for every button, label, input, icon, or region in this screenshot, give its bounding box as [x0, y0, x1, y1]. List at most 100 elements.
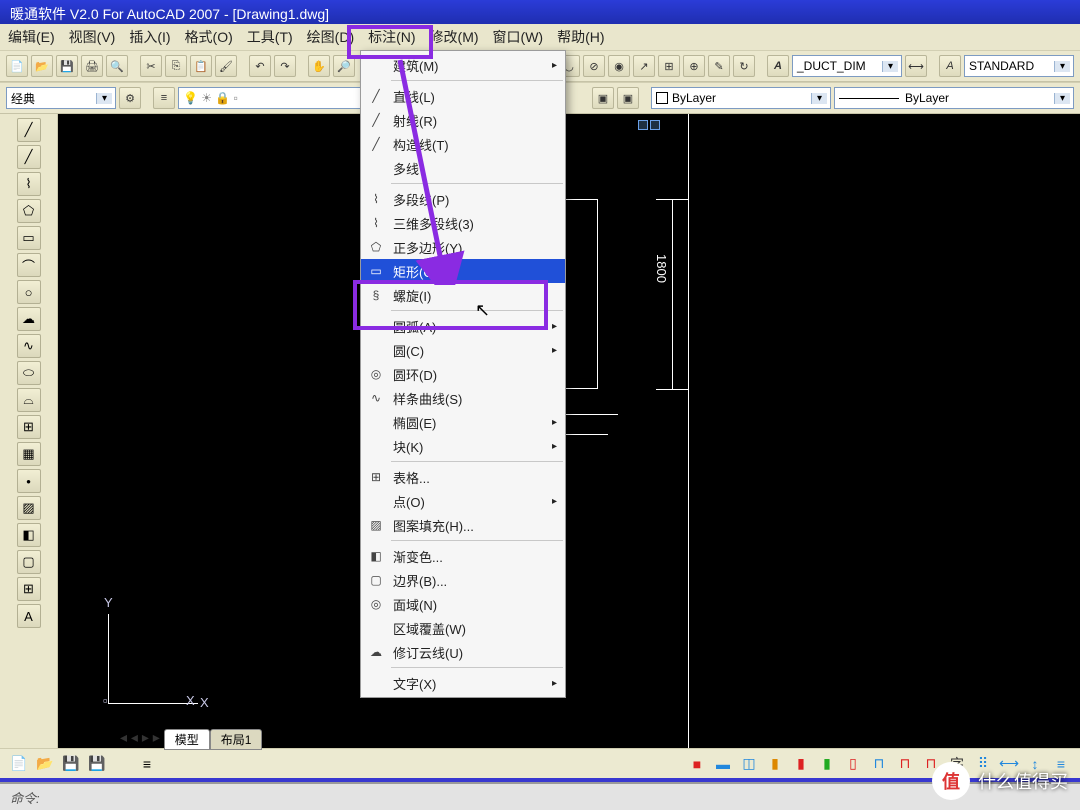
menu-donut-item[interactable]: ◎圆环(D): [361, 362, 565, 386]
spline-tool-icon[interactable]: ∿: [17, 334, 41, 358]
dim4-icon[interactable]: ⊘: [583, 55, 605, 77]
new-icon[interactable]: 📄: [6, 55, 28, 77]
dimupd-icon[interactable]: ↻: [733, 55, 755, 77]
menu-table-item[interactable]: ⊞表格...: [361, 465, 565, 489]
menu-spline-item[interactable]: ∿样条曲线(S): [361, 386, 565, 410]
ellarc-tool-icon[interactable]: ⌓: [17, 388, 41, 412]
grip-handle[interactable]: [650, 120, 660, 130]
copy-icon[interactable]: ⎘: [165, 55, 187, 77]
arc-tool-icon[interactable]: ⌒: [17, 253, 41, 277]
menu-edit[interactable]: 编辑(E): [8, 27, 55, 47]
menu-tools[interactable]: 工具(T): [247, 27, 293, 47]
preview-icon[interactable]: 🔍: [106, 55, 128, 77]
menu-block-item[interactable]: 块(K)▸: [361, 434, 565, 458]
center-icon[interactable]: ⊕: [683, 55, 705, 77]
bt-r4-icon[interactable]: ⊓: [894, 753, 916, 775]
paste-icon[interactable]: 📋: [190, 55, 212, 77]
menu-arc-item[interactable]: 圆弧(A)▸: [361, 314, 565, 338]
bt-layer-icon[interactable]: ≡: [136, 753, 158, 775]
pline-tool-icon[interactable]: ⌇: [17, 172, 41, 196]
bt-blue-icon[interactable]: ▬: [712, 753, 734, 775]
menu-polygon-item[interactable]: ⬠正多边形(Y): [361, 235, 565, 259]
menu-dim[interactable]: 标注(N): [368, 27, 415, 47]
menu-format[interactable]: 格式(O): [185, 27, 233, 47]
workspace-combo[interactable]: 经典: [6, 87, 116, 109]
menu-revcloud-item[interactable]: ☁修订云线(U): [361, 640, 565, 664]
table-tool-icon[interactable]: ⊞: [17, 577, 41, 601]
bt-r3-icon[interactable]: ▯: [842, 753, 864, 775]
menu-line-item[interactable]: ╱直线(L): [361, 84, 565, 108]
menu-helix-item[interactable]: §螺旋(I): [361, 283, 565, 307]
dimstyle-combo[interactable]: _DUCT_DIM: [792, 55, 902, 77]
grip-handle[interactable]: [638, 120, 648, 130]
point-tool-icon[interactable]: •: [17, 469, 41, 493]
drawing-canvas[interactable]: 1800 Y X X ▫: [58, 114, 1080, 764]
layout1-tab[interactable]: 布局1: [210, 729, 263, 750]
menu-hatch-item[interactable]: ▨图案填充(H)...: [361, 513, 565, 537]
text-icon[interactable]: A: [767, 55, 789, 77]
textstyle-combo[interactable]: STANDARD: [964, 55, 1074, 77]
xline-tool-icon[interactable]: ╱: [17, 145, 41, 169]
menu-circle-item[interactable]: 圆(C)▸: [361, 338, 565, 362]
laystate2-icon[interactable]: ▣: [617, 87, 639, 109]
cut-icon[interactable]: ✂: [140, 55, 162, 77]
insert-tool-icon[interactable]: ⊞: [17, 415, 41, 439]
block-tool-icon[interactable]: ▦: [17, 442, 41, 466]
save-icon[interactable]: 💾: [56, 55, 78, 77]
open-icon[interactable]: 📂: [31, 55, 53, 77]
bt-or-icon[interactable]: ▮: [764, 753, 786, 775]
command-line[interactable]: 命令:: [0, 782, 1080, 810]
menu-modeling[interactable]: 建筑(M)▸: [361, 53, 565, 77]
revcloud-tool-icon[interactable]: ☁: [17, 307, 41, 331]
model-tab[interactable]: 模型: [164, 729, 210, 750]
match-icon[interactable]: 🖌: [215, 55, 237, 77]
menu-text-item[interactable]: 文字(X)▸: [361, 671, 565, 695]
menu-window[interactable]: 窗口(W): [493, 27, 544, 47]
zoom-icon[interactable]: 🔎: [333, 55, 355, 77]
hatch-tool-icon[interactable]: ▨: [17, 496, 41, 520]
region-tool-icon[interactable]: ▢: [17, 550, 41, 574]
menu-draw[interactable]: 绘图(D): [307, 27, 354, 47]
bt-blue2-icon[interactable]: ◫: [738, 753, 760, 775]
ellipse-tool-icon[interactable]: ⬭: [17, 361, 41, 385]
menu-gradient-item[interactable]: ◧渐变色...: [361, 544, 565, 568]
ws-settings-icon[interactable]: ⚙: [119, 87, 141, 109]
menu-boundary-item[interactable]: ▢边界(B)...: [361, 568, 565, 592]
dim5-icon[interactable]: ◉: [608, 55, 630, 77]
circle-tool-icon[interactable]: ○: [17, 280, 41, 304]
menu-ellipse-item[interactable]: 椭圆(E)▸: [361, 410, 565, 434]
menu-rectangle-item[interactable]: ▭矩形(G): [361, 259, 565, 283]
bt-save-icon[interactable]: 💾: [60, 753, 82, 775]
layer-icon[interactable]: ≡: [153, 87, 175, 109]
dimstyle-btn[interactable]: ⟷: [905, 55, 927, 77]
menu-view[interactable]: 视图(V): [69, 27, 116, 47]
menu-wipeout-item[interactable]: 区域覆盖(W): [361, 616, 565, 640]
dimedit-icon[interactable]: ✎: [708, 55, 730, 77]
tol-icon[interactable]: ⊞: [658, 55, 680, 77]
mtext-tool-icon[interactable]: A: [17, 604, 41, 628]
menu-pline-item[interactable]: ⌇多段线(P): [361, 187, 565, 211]
menu-ray-item[interactable]: ╱射线(R): [361, 108, 565, 132]
menu-xline-item[interactable]: ╱构造线(T): [361, 132, 565, 156]
gradient-tool-icon[interactable]: ◧: [17, 523, 41, 547]
bt-new-icon[interactable]: 📄: [8, 753, 30, 775]
bt-red-icon[interactable]: ■: [686, 753, 708, 775]
color-combo[interactable]: ByLayer: [651, 87, 831, 109]
line-tool-icon[interactable]: ╱: [17, 118, 41, 142]
linetype-combo[interactable]: ByLayer: [834, 87, 1074, 109]
plot-icon[interactable]: 🖨: [81, 55, 103, 77]
textstyle-icon[interactable]: A: [939, 55, 961, 77]
rect-tool-icon[interactable]: ▭: [17, 226, 41, 250]
menu-region-item[interactable]: ◎面域(N): [361, 592, 565, 616]
pan-icon[interactable]: ✋: [308, 55, 330, 77]
menu-modify[interactable]: 修改(M): [430, 27, 479, 47]
laystate-icon[interactable]: ▣: [592, 87, 614, 109]
menu-insert[interactable]: 插入(I): [129, 27, 170, 47]
menu-help[interactable]: 帮助(H): [557, 27, 604, 47]
polygon-tool-icon[interactable]: ⬠: [17, 199, 41, 223]
undo-icon[interactable]: ↶: [249, 55, 271, 77]
bt-open-icon[interactable]: 📂: [34, 753, 56, 775]
bt-r2-icon[interactable]: ▮: [790, 753, 812, 775]
leader-icon[interactable]: ↗: [633, 55, 655, 77]
bt-saveas-icon[interactable]: 💾: [86, 753, 108, 775]
